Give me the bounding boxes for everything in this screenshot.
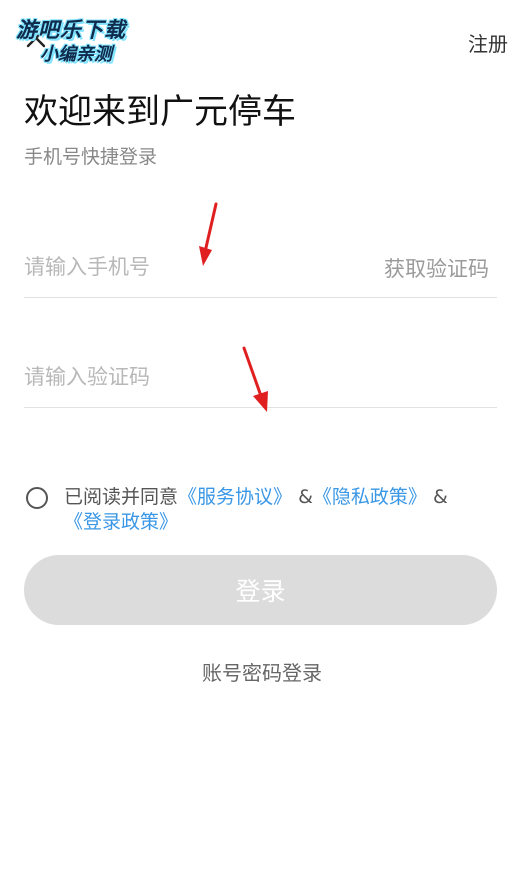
get-code-button[interactable]: 获取验证码 [384,253,489,283]
agreement-separator-2: & [432,486,448,508]
phone-input[interactable] [24,249,354,285]
register-link[interactable]: 注册 [468,28,508,57]
watermark-line2: 小编亲测 [40,44,112,65]
password-login-link[interactable]: 账号密码登录 [0,657,524,686]
agreement-separator-1: & [298,486,313,508]
phone-field: 获取验证码 [24,237,497,298]
service-agreement-link[interactable]: 《服务协议》 [178,486,292,508]
close-button[interactable] [22,26,50,54]
agreement-radio[interactable] [26,487,48,509]
code-input[interactable] [24,359,354,395]
page-title: 欢迎来到广元停车 [24,92,296,132]
login-button[interactable]: 登录 [24,555,497,625]
agreement-prefix: 已阅读并同意 [64,486,179,508]
privacy-policy-link[interactable]: 《隐私政策》 [313,486,427,508]
close-icon [25,27,47,53]
agreement-text: 已阅读并同意《服务协议》 &《隐私政策》 & 《登录政策》 [64,485,494,535]
page-subtitle: 手机号快捷登录 [24,146,158,168]
login-policy-link[interactable]: 《登录政策》 [64,511,178,533]
code-field [24,347,497,408]
